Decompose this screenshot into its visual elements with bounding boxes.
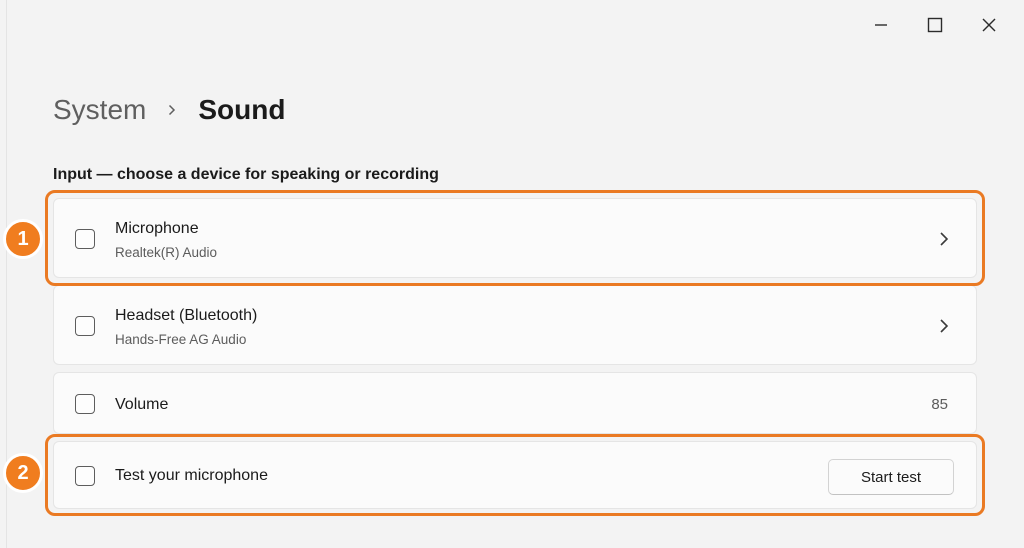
chevron-right-icon[interactable] <box>938 231 950 247</box>
headset-subtitle: Hands-Free AG Audio <box>115 332 247 347</box>
chevron-right-icon <box>168 104 176 116</box>
microphone-title: Microphone <box>115 220 199 237</box>
headset-checkbox[interactable] <box>75 316 95 336</box>
annotation-badge-2: 2 <box>3 453 43 493</box>
settings-window: System Sound Input — choose a device for… <box>6 0 1024 548</box>
chevron-right-icon[interactable] <box>938 318 950 334</box>
input-section-title: Input — choose a device for speaking or … <box>53 166 439 183</box>
volume-value: 85 <box>931 396 948 413</box>
close-button[interactable] <box>967 8 1011 42</box>
maximize-button[interactable] <box>913 8 957 42</box>
close-icon <box>982 18 996 32</box>
headset-item[interactable]: Headset (Bluetooth) Hands-Free AG Audio <box>53 285 977 365</box>
breadcrumb-system[interactable]: System <box>53 94 146 126</box>
annotation-badge-1: 1 <box>3 219 43 259</box>
microphone-item[interactable]: Microphone Realtek(R) Audio <box>53 198 977 278</box>
minimize-button[interactable] <box>859 8 903 42</box>
test-microphone-title: Test your microphone <box>115 467 268 484</box>
test-microphone-item: Test your microphone Start test <box>53 441 977 509</box>
start-test-button[interactable]: Start test <box>828 459 954 495</box>
maximize-icon <box>927 17 943 33</box>
headset-title: Headset (Bluetooth) <box>115 307 258 324</box>
volume-title: Volume <box>115 396 169 413</box>
volume-item[interactable]: Volume 85 <box>53 372 977 434</box>
microphone-checkbox[interactable] <box>75 229 95 249</box>
breadcrumb: System Sound <box>53 88 285 132</box>
volume-checkbox[interactable] <box>75 394 95 414</box>
test-microphone-checkbox[interactable] <box>75 466 95 486</box>
minimize-icon <box>875 24 887 26</box>
page-title: Sound <box>198 94 286 125</box>
microphone-subtitle: Realtek(R) Audio <box>115 245 218 260</box>
